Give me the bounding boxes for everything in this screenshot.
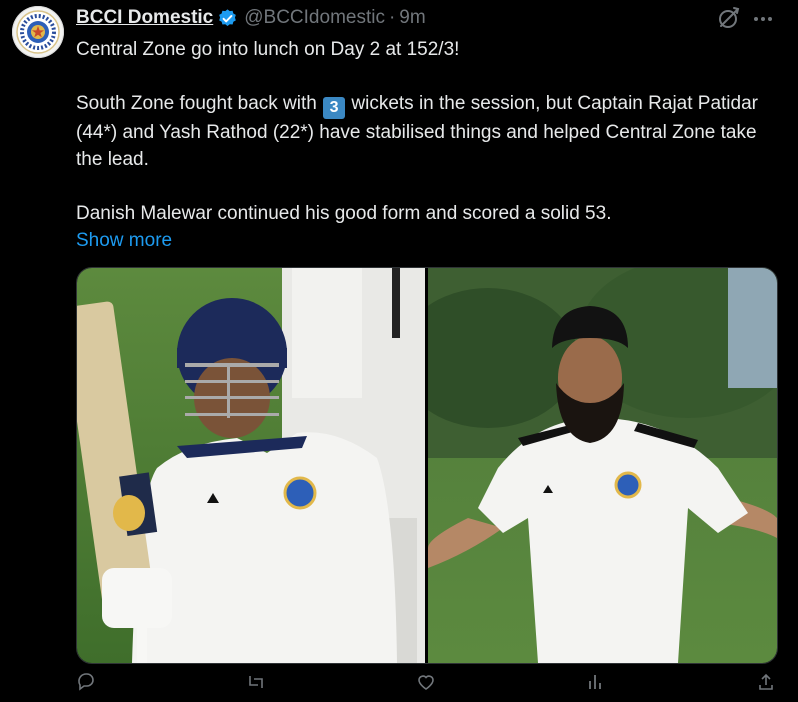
handle[interactable]: @BCCIdomestic (244, 7, 385, 29)
more-options-icon[interactable] (752, 8, 774, 30)
tweet-line-session: South Zone fought back with 3 wickets in… (76, 90, 776, 173)
tweet-header: BCCI Domestic @BCCIdomestic · 9m (76, 6, 426, 30)
show-more-link[interactable]: Show more (76, 230, 172, 251)
media-grid (76, 267, 778, 664)
views-icon (589, 675, 601, 689)
verified-badge-icon[interactable] (217, 8, 238, 29)
player-photo-image (428, 268, 777, 663)
batter-photo-image (77, 268, 425, 663)
tweet[interactable]: BCCI Domestic @BCCIdomestic · 9m Central… (0, 0, 798, 691)
tweet-text: Central Zone go into lunch on Day 2 at 1… (76, 36, 776, 254)
bcci-logo (16, 10, 60, 54)
retweet-button[interactable] (246, 672, 266, 702)
tweet-line-malewar: Danish Malewar continued his good form a… (76, 203, 612, 224)
reply-button[interactable] (76, 672, 96, 702)
like-icon (418, 675, 434, 690)
separator: · (388, 7, 396, 28)
reply-icon (78, 673, 94, 691)
session-text-start: South Zone fought back with (76, 93, 317, 114)
share-button[interactable] (756, 672, 776, 702)
photo-player[interactable] (428, 268, 777, 663)
retweet-icon (249, 676, 263, 688)
views-button[interactable] (586, 672, 606, 702)
photo-batter[interactable] (77, 268, 425, 663)
timestamp[interactable]: 9m (399, 7, 425, 29)
avatar[interactable] (12, 6, 64, 58)
grok-icon[interactable] (716, 5, 742, 31)
display-name[interactable]: BCCI Domestic (76, 7, 213, 29)
like-button[interactable] (416, 672, 436, 702)
action-bar (76, 672, 776, 702)
keycap-three-emoji: 3 (323, 97, 346, 119)
share-icon (759, 673, 773, 690)
tweet-line-score: Central Zone go into lunch on Day 2 at 1… (76, 39, 460, 60)
